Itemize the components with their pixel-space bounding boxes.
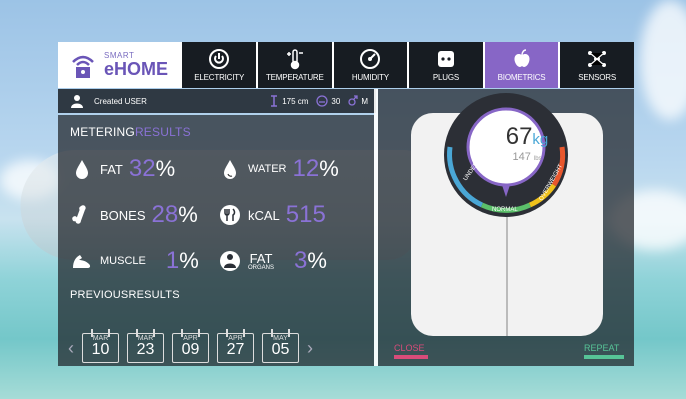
- user-name: Created USER: [94, 96, 147, 106]
- age-icon: [316, 95, 329, 107]
- fat-label: FAT: [100, 161, 123, 177]
- metering-title: METERINGRESULTS: [70, 125, 191, 139]
- tab-label: BIOMETRICS: [497, 73, 546, 82]
- date-item[interactable]: MAR 23: [127, 329, 164, 363]
- metric-water: WATER 12%: [218, 155, 339, 183]
- water-value: 12: [292, 155, 320, 182]
- date-day: 05: [271, 341, 290, 358]
- tab-label: TEMPERATURE: [265, 73, 324, 82]
- fat-unit: %: [155, 156, 176, 181]
- metric-fat-organs: FAT ORGANS 3%: [218, 247, 327, 275]
- home-wifi-icon: [68, 50, 98, 80]
- tab-plugs[interactable]: PLUGS: [407, 42, 483, 88]
- height-stat: 175 cm: [269, 95, 308, 107]
- water-unit: %: [319, 156, 339, 181]
- fat-organs-value: 3: [294, 247, 308, 274]
- date-day: 23: [136, 341, 155, 358]
- weight-readout: 67kg 147 lbs: [487, 123, 567, 163]
- metric-fat: FAT 32%: [70, 155, 175, 183]
- date-day: 27: [226, 341, 245, 358]
- weight-lbs: 147: [512, 151, 531, 163]
- scale-panel: UNDERWEIGHT NORMAL OVERWEIGHT 67kg 147 l…: [378, 89, 634, 366]
- tab-label: ELECTRICITY: [194, 73, 245, 82]
- weight-lbs-unit: lbs: [533, 156, 542, 162]
- weight-kg-unit: kg: [532, 131, 549, 148]
- previous-title: PREVIOUSRESULTS: [70, 289, 180, 301]
- fat-organs-label: FAT: [249, 250, 273, 266]
- tab-temperature[interactable]: TEMPERATURE: [255, 42, 332, 88]
- chevron-right-icon[interactable]: ›: [307, 338, 313, 359]
- user-info-bar: Created USER 175 cm 30 M: [58, 89, 376, 113]
- gender-stat: M: [348, 95, 368, 107]
- bones-label: BONES: [100, 207, 146, 223]
- date-item[interactable]: MAR 10: [82, 329, 119, 363]
- repeat-button[interactable]: REPEAT: [584, 343, 624, 359]
- bones-value: 28: [151, 201, 179, 228]
- previous-dates: ‹ MAR 10 MAR 23 APR 09 APR 27 MAY 05 ›: [68, 329, 313, 363]
- bones-unit: %: [178, 202, 198, 227]
- fat-organs-sublabel: ORGANS: [248, 264, 275, 271]
- gender-value: M: [361, 96, 368, 106]
- age-value: 30: [331, 96, 341, 106]
- gender-icon: [348, 95, 358, 106]
- date-day: 09: [181, 341, 200, 358]
- metering-title-main: METERING: [70, 125, 135, 139]
- tab-label: HUMIDITY: [351, 73, 389, 82]
- tab-sensors[interactable]: SENSORS: [558, 42, 634, 88]
- muscle-unit: %: [179, 248, 199, 273]
- water-drop-icon: [224, 160, 236, 179]
- ruler-icon: [271, 95, 278, 107]
- tab-label: SENSORS: [578, 73, 617, 82]
- tab-biometrics[interactable]: BIOMETRICS: [482, 42, 559, 88]
- plug-icon: [437, 51, 454, 67]
- ehome-app: SMART eHOME ELECTRICITY TEMPERATURE HUMI…: [58, 42, 634, 366]
- close-button[interactable]: CLOSE: [394, 343, 428, 359]
- date-item[interactable]: APR 27: [217, 329, 254, 363]
- power-icon: [209, 49, 230, 69]
- kcal-value: 515: [285, 201, 326, 228]
- weight-kg: 67: [505, 123, 533, 150]
- top-nav: SMART eHOME ELECTRICITY TEMPERATURE HUMI…: [58, 42, 634, 88]
- date-item[interactable]: APR 09: [172, 329, 209, 363]
- cutlery-icon: [220, 205, 240, 225]
- muscle-icon: [73, 255, 91, 268]
- chevron-left-icon[interactable]: ‹: [68, 338, 74, 359]
- metric-muscle: MUSCLE 1%: [70, 247, 199, 275]
- normal-label: NORMAL: [492, 207, 518, 213]
- network-icon: [588, 51, 607, 67]
- muscle-label: MUSCLE: [100, 255, 146, 267]
- kcal-label: kCAL: [248, 207, 280, 223]
- thermometer-icon: [286, 49, 303, 70]
- tab-humidity[interactable]: HUMIDITY: [331, 42, 408, 88]
- tab-label: PLUGS: [432, 73, 460, 82]
- metric-bones: BONES 28%: [70, 201, 198, 229]
- height-value: 175 cm: [282, 96, 309, 106]
- drop-icon: [76, 160, 88, 179]
- muscle-value: 1: [165, 247, 180, 274]
- brand-logo[interactable]: SMART eHOME: [58, 42, 181, 88]
- water-label: WATER: [248, 163, 287, 175]
- metric-kcal: kCAL 515: [218, 201, 326, 229]
- age-stat: 30: [316, 95, 340, 107]
- fat-value: 32: [128, 155, 156, 182]
- brand-name: eHOME: [104, 59, 169, 79]
- fat-organs-unit: %: [307, 248, 327, 273]
- user-icon: [71, 95, 83, 108]
- metering-panel: METERINGRESULTS FAT 32% WATER 12% BONES …: [58, 115, 374, 366]
- apple-icon: [514, 49, 530, 67]
- tab-electricity[interactable]: ELECTRICITY: [180, 42, 256, 88]
- date-item[interactable]: MAY 05: [262, 329, 299, 363]
- bone-icon: [72, 205, 86, 224]
- gauge-icon: [360, 49, 381, 69]
- metering-title-accent: RESULTS: [134, 125, 191, 139]
- scale-split: [506, 213, 508, 336]
- date-day: 10: [91, 341, 110, 358]
- organs-icon: [220, 251, 240, 271]
